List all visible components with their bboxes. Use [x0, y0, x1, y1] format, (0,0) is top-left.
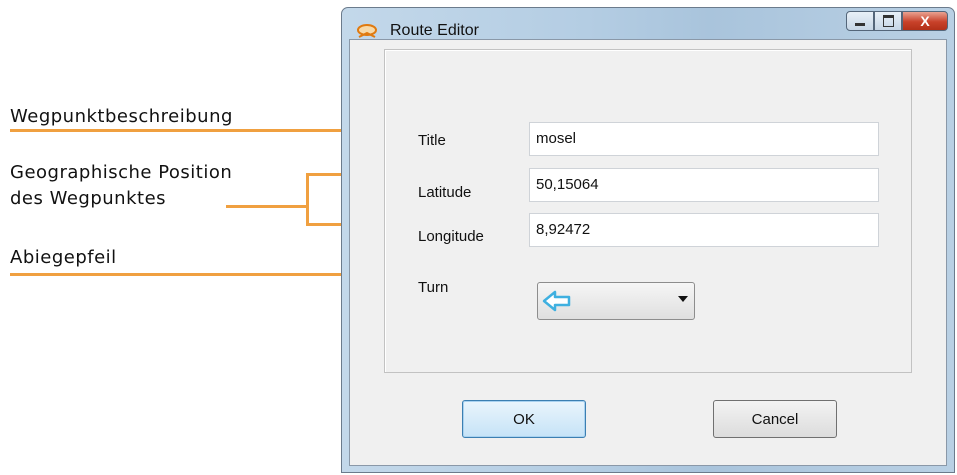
title-label: Title: [418, 132, 446, 149]
annotation-waypoint-description: Wegpunktbeschreibung: [10, 106, 233, 127]
latitude-label: Latitude: [418, 184, 472, 201]
maximize-button[interactable]: [874, 11, 902, 31]
route-editor-window: Route Editor X Title mosel Latitude 50,1…: [341, 7, 955, 473]
minimize-icon: [855, 23, 865, 26]
cancel-button[interactable]: Cancel: [713, 400, 837, 438]
route-editor-app-icon: [357, 24, 377, 38]
latitude-input[interactable]: 50,15064: [529, 168, 879, 202]
minimize-button[interactable]: [846, 11, 874, 31]
close-icon: X: [920, 13, 930, 29]
longitude-label: Longitude: [418, 228, 484, 245]
title-input[interactable]: mosel: [529, 122, 879, 156]
turn-left-arrow-icon: [542, 290, 571, 312]
turn-label: Turn: [418, 279, 449, 296]
annotation-line-geo-stub: [226, 205, 308, 208]
annotation-line-geo-vertical: [306, 173, 309, 225]
annotation-turn-arrow: Abiegepfeil: [10, 247, 117, 268]
chevron-down-icon[interactable]: [678, 296, 688, 302]
waypoint-group-box: Title mosel Latitude 50,15064 Longitude …: [384, 49, 912, 373]
window-title: Route Editor: [390, 22, 479, 39]
longitude-input[interactable]: 8,92472: [529, 213, 879, 247]
annotation-geo-position-line2: des Wegpunktes: [10, 188, 167, 209]
window-controls: X: [846, 11, 948, 33]
ok-button[interactable]: OK: [462, 400, 586, 438]
dialog-content: Title mosel Latitude 50,15064 Longitude …: [349, 39, 947, 466]
annotation-geo-position-line1: Geographische Position: [10, 162, 233, 183]
maximize-icon: [882, 15, 894, 27]
turn-select[interactable]: [537, 282, 695, 320]
close-button[interactable]: X: [902, 11, 948, 31]
